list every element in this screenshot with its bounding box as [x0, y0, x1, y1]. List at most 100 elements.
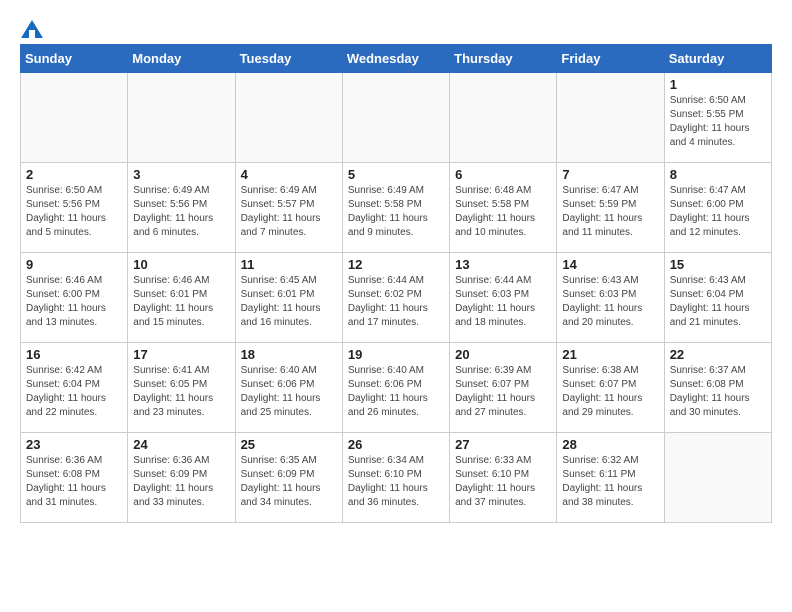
logo-icon: [21, 20, 43, 38]
day-info: Sunrise: 6:32 AM Sunset: 6:11 PM Dayligh…: [562, 454, 658, 510]
day-info: Sunrise: 6:35 AM Sunset: 6:09 PM Dayligh…: [241, 454, 337, 510]
calendar-cell: 4 Sunrise: 6:49 AM Sunset: 5:57 PM Daylig…: [235, 163, 342, 253]
day-info: Sunrise: 6:47 AM Sunset: 5:59 PM Dayligh…: [562, 184, 658, 240]
day-info: Sunrise: 6:33 AM Sunset: 6:10 PM Dayligh…: [455, 454, 551, 510]
day-number: 10: [133, 257, 229, 272]
weekday-header-row: SundayMondayTuesdayWednesdayThursdayFrid…: [21, 45, 772, 73]
day-info: Sunrise: 6:49 AM Sunset: 5:56 PM Dayligh…: [133, 184, 229, 240]
day-info: Sunrise: 6:38 AM Sunset: 6:07 PM Dayligh…: [562, 364, 658, 420]
calendar-week-row: 23 Sunrise: 6:36 AM Sunset: 6:08 PM Dayli…: [21, 433, 772, 523]
calendar-cell: 9 Sunrise: 6:46 AM Sunset: 6:00 PM Daylig…: [21, 253, 128, 343]
calendar-cell: 14 Sunrise: 6:43 AM Sunset: 6:03 PM Dayli…: [557, 253, 664, 343]
calendar-cell: 19 Sunrise: 6:40 AM Sunset: 6:06 PM Dayli…: [342, 343, 449, 433]
day-info: Sunrise: 6:49 AM Sunset: 5:57 PM Dayligh…: [241, 184, 337, 240]
day-number: 1: [670, 77, 766, 92]
calendar-cell: 25 Sunrise: 6:35 AM Sunset: 6:09 PM Dayli…: [235, 433, 342, 523]
day-number: 14: [562, 257, 658, 272]
calendar-cell: [557, 73, 664, 163]
weekday-header: Wednesday: [342, 45, 449, 73]
day-info: Sunrise: 6:34 AM Sunset: 6:10 PM Dayligh…: [348, 454, 444, 510]
weekday-header: Monday: [128, 45, 235, 73]
day-info: Sunrise: 6:49 AM Sunset: 5:58 PM Dayligh…: [348, 184, 444, 240]
day-info: Sunrise: 6:48 AM Sunset: 5:58 PM Dayligh…: [455, 184, 551, 240]
day-info: Sunrise: 6:41 AM Sunset: 6:05 PM Dayligh…: [133, 364, 229, 420]
calendar-week-row: 1 Sunrise: 6:50 AM Sunset: 5:55 PM Daylig…: [21, 73, 772, 163]
calendar-cell: 27 Sunrise: 6:33 AM Sunset: 6:10 PM Dayli…: [450, 433, 557, 523]
day-info: Sunrise: 6:43 AM Sunset: 6:03 PM Dayligh…: [562, 274, 658, 330]
weekday-header: Thursday: [450, 45, 557, 73]
day-info: Sunrise: 6:46 AM Sunset: 6:00 PM Dayligh…: [26, 274, 122, 330]
day-number: 19: [348, 347, 444, 362]
calendar-cell: 26 Sunrise: 6:34 AM Sunset: 6:10 PM Dayli…: [342, 433, 449, 523]
calendar-cell: 1 Sunrise: 6:50 AM Sunset: 5:55 PM Daylig…: [664, 73, 771, 163]
calendar-cell: 6 Sunrise: 6:48 AM Sunset: 5:58 PM Daylig…: [450, 163, 557, 253]
day-info: Sunrise: 6:40 AM Sunset: 6:06 PM Dayligh…: [241, 364, 337, 420]
calendar-cell: [235, 73, 342, 163]
day-number: 16: [26, 347, 122, 362]
calendar-cell: 7 Sunrise: 6:47 AM Sunset: 5:59 PM Daylig…: [557, 163, 664, 253]
calendar: SundayMondayTuesdayWednesdayThursdayFrid…: [20, 44, 772, 523]
day-number: 28: [562, 437, 658, 452]
day-number: 11: [241, 257, 337, 272]
calendar-cell: [664, 433, 771, 523]
calendar-cell: 2 Sunrise: 6:50 AM Sunset: 5:56 PM Daylig…: [21, 163, 128, 253]
day-info: Sunrise: 6:37 AM Sunset: 6:08 PM Dayligh…: [670, 364, 766, 420]
calendar-cell: 20Sunrise: 6:39 AM Sunset: 6:07 PM Dayli…: [450, 343, 557, 433]
day-number: 26: [348, 437, 444, 452]
calendar-week-row: 9 Sunrise: 6:46 AM Sunset: 6:00 PM Daylig…: [21, 253, 772, 343]
calendar-cell: 23 Sunrise: 6:36 AM Sunset: 6:08 PM Dayli…: [21, 433, 128, 523]
calendar-week-row: 2 Sunrise: 6:50 AM Sunset: 5:56 PM Daylig…: [21, 163, 772, 253]
day-info: Sunrise: 6:50 AM Sunset: 5:56 PM Dayligh…: [26, 184, 122, 240]
day-info: Sunrise: 6:36 AM Sunset: 6:08 PM Dayligh…: [26, 454, 122, 510]
calendar-cell: 24 Sunrise: 6:36 AM Sunset: 6:09 PM Dayli…: [128, 433, 235, 523]
weekday-header: Saturday: [664, 45, 771, 73]
day-number: 15: [670, 257, 766, 272]
weekday-header: Tuesday: [235, 45, 342, 73]
calendar-cell: 17 Sunrise: 6:41 AM Sunset: 6:05 PM Dayli…: [128, 343, 235, 433]
calendar-cell: 11 Sunrise: 6:45 AM Sunset: 6:01 PM Dayli…: [235, 253, 342, 343]
day-info: Sunrise: 6:45 AM Sunset: 6:01 PM Dayligh…: [241, 274, 337, 330]
day-info: Sunrise: 6:36 AM Sunset: 6:09 PM Dayligh…: [133, 454, 229, 510]
calendar-cell: [128, 73, 235, 163]
day-number: 25: [241, 437, 337, 452]
calendar-cell: 13Sunrise: 6:44 AM Sunset: 6:03 PM Dayli…: [450, 253, 557, 343]
day-number: 17: [133, 347, 229, 362]
calendar-cell: 16 Sunrise: 6:42 AM Sunset: 6:04 PM Dayli…: [21, 343, 128, 433]
day-number: 18: [241, 347, 337, 362]
day-info: Sunrise: 6:43 AM Sunset: 6:04 PM Dayligh…: [670, 274, 766, 330]
day-number: 24: [133, 437, 229, 452]
day-number: 3: [133, 167, 229, 182]
weekday-header: Sunday: [21, 45, 128, 73]
day-info: Sunrise: 6:42 AM Sunset: 6:04 PM Dayligh…: [26, 364, 122, 420]
day-number: 8: [670, 167, 766, 182]
day-number: 4: [241, 167, 337, 182]
day-number: 12: [348, 257, 444, 272]
day-number: 27: [455, 437, 551, 452]
calendar-cell: 10 Sunrise: 6:46 AM Sunset: 6:01 PM Dayli…: [128, 253, 235, 343]
calendar-cell: 12 Sunrise: 6:44 AM Sunset: 6:02 PM Dayli…: [342, 253, 449, 343]
day-number: 7: [562, 167, 658, 182]
day-info: Sunrise: 6:44 AM Sunset: 6:03 PM Dayligh…: [455, 274, 551, 330]
weekday-header: Friday: [557, 45, 664, 73]
calendar-cell: [21, 73, 128, 163]
day-number: 9: [26, 257, 122, 272]
day-info: Sunrise: 6:47 AM Sunset: 6:00 PM Dayligh…: [670, 184, 766, 240]
logo: [20, 20, 44, 34]
day-info: Sunrise: 6:44 AM Sunset: 6:02 PM Dayligh…: [348, 274, 444, 330]
day-info: Sunrise: 6:40 AM Sunset: 6:06 PM Dayligh…: [348, 364, 444, 420]
calendar-cell: 3 Sunrise: 6:49 AM Sunset: 5:56 PM Daylig…: [128, 163, 235, 253]
day-number: 23: [26, 437, 122, 452]
day-number: 21: [562, 347, 658, 362]
day-info: Sunrise: 6:46 AM Sunset: 6:01 PM Dayligh…: [133, 274, 229, 330]
day-number: 5: [348, 167, 444, 182]
page-header: [20, 20, 772, 34]
day-number: 6: [455, 167, 551, 182]
calendar-cell: [342, 73, 449, 163]
day-info: Sunrise: 6:50 AM Sunset: 5:55 PM Dayligh…: [670, 94, 766, 150]
calendar-cell: 5 Sunrise: 6:49 AM Sunset: 5:58 PM Daylig…: [342, 163, 449, 253]
calendar-cell: [450, 73, 557, 163]
calendar-cell: 22Sunrise: 6:37 AM Sunset: 6:08 PM Dayli…: [664, 343, 771, 433]
calendar-week-row: 16 Sunrise: 6:42 AM Sunset: 6:04 PM Dayli…: [21, 343, 772, 433]
calendar-cell: 15 Sunrise: 6:43 AM Sunset: 6:04 PM Dayli…: [664, 253, 771, 343]
day-number: 2: [26, 167, 122, 182]
